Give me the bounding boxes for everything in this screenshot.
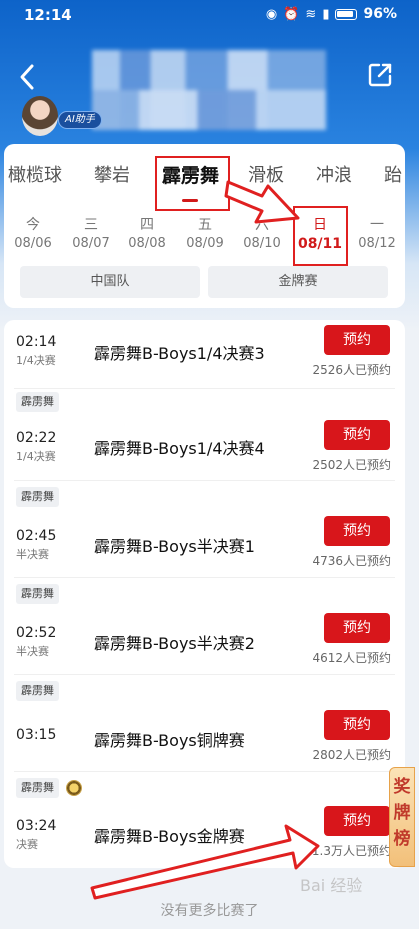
event-stage: 1/4决赛 bbox=[16, 450, 56, 463]
date-item[interactable]: 五 08/09 bbox=[180, 214, 230, 251]
event-name: 霹雳舞B-Boys1/4决赛3 bbox=[94, 344, 265, 363]
event-time: 02:52 bbox=[16, 625, 57, 641]
date-weekday: 四 bbox=[140, 217, 154, 233]
tab-surfing[interactable]: 冲浪 bbox=[316, 161, 352, 187]
status-icons: ◉ ⏰ ≋ ▮ 96% bbox=[266, 6, 397, 22]
list-item[interactable]: 霹雳舞 02:22 1/4决赛 霹雳舞B-Boys1/4决赛4 预约 2502人… bbox=[4, 390, 405, 485]
medal-icon bbox=[66, 780, 82, 796]
filter-gold-medal-button[interactable]: 金牌赛 bbox=[208, 266, 388, 298]
eye-icon: ◉ bbox=[265, 6, 278, 22]
book-button[interactable]: 预约 bbox=[324, 710, 390, 740]
tab-rugby[interactable]: 橄榄球 bbox=[8, 161, 62, 187]
tab-climbing[interactable]: 攀岩 bbox=[94, 161, 130, 187]
status-time: 12:14 bbox=[24, 6, 72, 24]
booked-count: 4612人已预约 bbox=[312, 651, 391, 665]
book-button[interactable]: 预约 bbox=[324, 420, 390, 450]
date-weekday: 六 bbox=[255, 217, 269, 233]
list-item[interactable]: 霹雳舞 02:45 半决赛 霹雳舞B-Boys半决赛1 预约 4736人已预约 bbox=[4, 485, 405, 582]
battery-percent: 96% bbox=[363, 6, 397, 22]
date-item[interactable]: 一 08/12 bbox=[352, 214, 402, 251]
list-item[interactable]: 霹雳舞 02:52 半决赛 霹雳舞B-Boys半决赛2 预约 4612人已预约 bbox=[4, 582, 405, 679]
chevron-left-icon bbox=[20, 64, 34, 90]
tab-skateboard[interactable]: 滑板 bbox=[248, 161, 284, 187]
highlight-box-date bbox=[293, 206, 348, 266]
date-item[interactable]: 三 08/07 bbox=[66, 214, 116, 251]
divider bbox=[14, 388, 395, 389]
back-button[interactable] bbox=[14, 60, 44, 94]
divider bbox=[14, 577, 395, 578]
alarm-icon: ⏰ bbox=[283, 6, 300, 22]
booked-count: 2526人已预约 bbox=[312, 363, 391, 377]
event-list: 02:14 1/4决赛 霹雳舞B-Boys1/4决赛3 预约 2526人已预约 … bbox=[4, 320, 405, 868]
blurred-title bbox=[92, 50, 326, 130]
date-value: 08/08 bbox=[128, 236, 166, 251]
status-bar: 12:14 ◉ ⏰ ≋ ▮ 96% bbox=[0, 0, 419, 30]
date-item[interactable]: 四 08/08 bbox=[122, 214, 172, 251]
medal-table-tab[interactable]: 奖牌榜 bbox=[389, 767, 415, 867]
share-icon bbox=[368, 63, 392, 87]
divider bbox=[14, 771, 395, 772]
event-name: 霹雳舞B-Boys铜牌赛 bbox=[94, 731, 245, 750]
date-value: 08/06 bbox=[14, 236, 52, 251]
event-stage: 1/4决赛 bbox=[16, 354, 56, 367]
event-stage: 半决赛 bbox=[16, 645, 49, 658]
list-item[interactable]: 霹雳舞 03:15 霹雳舞B-Boys铜牌赛 预约 2802人已预约 bbox=[4, 679, 405, 776]
booked-count: 4736人已预约 bbox=[312, 554, 391, 568]
sport-tag: 霹雳舞 bbox=[16, 778, 59, 798]
date-weekday: 三 bbox=[84, 217, 98, 233]
date-weekday: 一 bbox=[370, 217, 384, 233]
battery-icon bbox=[335, 8, 358, 20]
booked-count: 1.3万人已预约 bbox=[311, 844, 391, 858]
divider bbox=[14, 674, 395, 675]
no-more-events-text: 没有更多比赛了 bbox=[160, 903, 259, 919]
book-button[interactable]: 预约 bbox=[324, 613, 390, 643]
event-name: 霹雳舞B-Boys金牌赛 bbox=[94, 827, 245, 846]
event-time: 03:24 bbox=[16, 818, 57, 834]
sport-tag: 霹雳舞 bbox=[16, 584, 59, 604]
event-stage: 半决赛 bbox=[16, 548, 49, 561]
watermark: Bai 经验 bbox=[300, 876, 363, 895]
event-time: 02:22 bbox=[16, 430, 57, 446]
filter-china-team-button[interactable]: 中国队 bbox=[20, 266, 200, 298]
event-time: 02:45 bbox=[16, 528, 57, 544]
date-weekday: 今 bbox=[26, 217, 40, 233]
divider bbox=[14, 480, 395, 481]
event-time: 02:14 bbox=[16, 334, 57, 350]
tab-taekwondo[interactable]: 跆 bbox=[384, 161, 402, 187]
event-name: 霹雳舞B-Boys1/4决赛4 bbox=[94, 439, 265, 458]
sport-tag: 霹雳舞 bbox=[16, 487, 59, 507]
highlight-box-tab bbox=[155, 156, 230, 211]
event-name: 霹雳舞B-Boys半决赛1 bbox=[94, 537, 255, 556]
event-time: 03:15 bbox=[16, 727, 57, 743]
book-button[interactable]: 预约 bbox=[324, 516, 390, 546]
ai-assistant-badge[interactable]: AI助手 bbox=[58, 111, 102, 129]
book-button[interactable]: 预约 bbox=[324, 806, 390, 836]
booked-count: 2802人已预约 bbox=[312, 748, 391, 762]
sport-tag: 霹雳舞 bbox=[16, 681, 59, 701]
book-button[interactable]: 预约 bbox=[324, 325, 390, 355]
date-value: 08/12 bbox=[358, 236, 396, 251]
date-weekday: 五 bbox=[198, 217, 212, 233]
date-item[interactable]: 六 08/10 bbox=[237, 214, 287, 251]
event-stage: 决赛 bbox=[16, 838, 38, 851]
date-item[interactable]: 今 08/06 bbox=[8, 214, 58, 251]
share-button[interactable] bbox=[367, 62, 393, 88]
date-value: 08/07 bbox=[72, 236, 110, 251]
ai-assistant-avatar[interactable] bbox=[22, 96, 58, 136]
wifi-icon: ≋ bbox=[305, 6, 317, 22]
date-value: 08/10 bbox=[243, 236, 281, 251]
signal-icon: ▮ bbox=[322, 6, 330, 22]
event-name: 霹雳舞B-Boys半决赛2 bbox=[94, 634, 255, 653]
date-value: 08/09 bbox=[186, 236, 224, 251]
sport-tag: 霹雳舞 bbox=[16, 392, 59, 412]
list-item[interactable]: 霹雳舞 03:24 决赛 霹雳舞B-Boys金牌赛 预约 1.3万人已预约 bbox=[4, 776, 405, 868]
booked-count: 2502人已预约 bbox=[312, 458, 391, 472]
list-item[interactable]: 02:14 1/4决赛 霹雳舞B-Boys1/4决赛3 预约 2526人已预约 bbox=[4, 320, 405, 390]
